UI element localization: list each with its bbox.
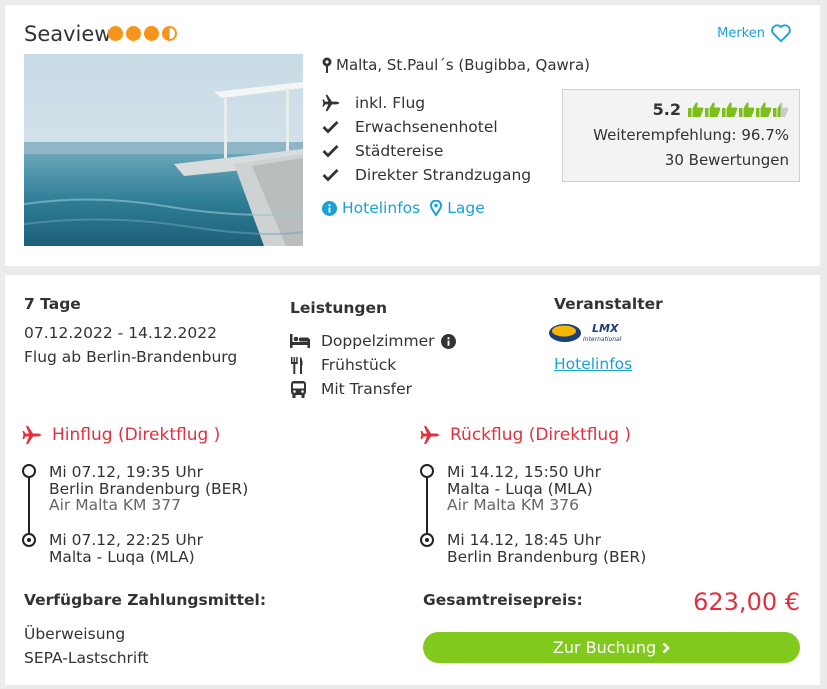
thumbs-up-icon [739,102,755,117]
feature-label: Direkter Strandzugang [355,166,532,184]
hinflug-title: Hinflug (Direktflug ) [52,425,221,445]
hinflug-timeline: Mi 07.12, 19:35 Uhr Berlin Brandenburg (… [22,463,282,566]
map-pin-icon [322,57,332,73]
hotelinfos-link-label: Hotelinfos [342,199,421,217]
feature-item: inkl. Flug [322,91,531,115]
hinflug-arrival-time: Mi 07.12, 22:25 Uhr [49,531,203,549]
cutlery-icon [291,356,303,374]
leistung-label: Doppelzimmer [321,332,435,350]
veranstalter-hotelinfos-link[interactable]: Hotelinfos [554,355,632,373]
thumbs-up-icon [722,102,738,117]
recommendation-rate: Weiterempfehlung: 96.7% [593,126,789,144]
rueckflug-departure-airport: Malta - Luqa (MLA) [447,479,593,498]
hotel-card: Seaview Merken Malta, St.Paul´s (Bugibba… [5,5,820,266]
leistungen-title: Leistungen [290,299,388,317]
feature-label: Städtereise [355,142,444,160]
leistung-item: Mit Transfer [290,377,456,401]
feature-label: inkl. Flug [355,94,426,112]
hinflug-departure-time: Mi 07.12, 19:35 Uhr [49,463,203,481]
hotel-features: inkl. Flug Erwachsenenhotel Städtereise … [322,91,531,187]
leistung-item: Doppelzimmer [290,329,456,353]
rueckflug-arrival-time: Mi 14.12, 18:45 Uhr [447,531,601,549]
feature-label: Erwachsenenhotel [355,118,498,136]
lmx-logo: LMX International [548,320,628,346]
departure-dot-icon [22,464,36,478]
bed-icon [290,334,310,348]
leistung-label: Mit Transfer [321,380,413,398]
star-icon [126,26,141,41]
rating-box: 5.2 Weiterempfehlung: 96.7% 30 Bewertung… [562,89,800,182]
thumbs-up-icon [756,102,772,117]
chevron-right-icon [662,642,670,653]
info-icon [322,200,337,216]
feature-item: Direkter Strandzugang [322,163,531,187]
hinflug-flight-number: Air Malta KM 377 [49,496,181,514]
checkmark-icon [322,169,339,182]
logo-subtext: International [583,336,622,343]
hinflug-departure-airport: Berlin Brandenburg (BER) [49,479,249,498]
hotel-stars [108,26,177,41]
rating-score: 5.2 [652,100,681,119]
arrival-dot-icon [22,533,36,547]
hotel-image[interactable] [24,54,303,246]
arrival-dot-icon [420,533,434,547]
rueckflug-flight-number: Air Malta KM 376 [447,496,579,514]
hinflug-arrival-airport: Malta - Luqa (MLA) [49,547,195,566]
lage-link-label: Lage [447,199,485,217]
timeline-line [28,475,30,540]
checkmark-icon [322,121,339,134]
map-marker-icon [430,200,443,216]
booking-button-label: Zur Buchung [552,638,657,657]
hotelinfos-link[interactable]: Hotelinfos [322,199,420,217]
hinflug-header: Hinflug (Direktflug ) [22,425,220,445]
checkmark-icon [322,145,339,158]
thumbs-up-icon [773,102,789,117]
rueckflug-title: Rückflug (Direktflug ) [450,425,632,445]
leistungen-list: Doppelzimmer Frühstück Mit Transfer [290,329,456,401]
review-count[interactable]: 30 Bewertungen [563,148,789,173]
payment-method: SEPA-Lastschrift [24,649,149,667]
merken-button[interactable]: Merken [717,23,792,43]
hotel-links: Hotelinfos Lage [322,199,485,217]
payment-method: Überweisung [24,625,126,643]
rueckflug-arrival-airport: Berlin Brandenburg (BER) [447,547,647,566]
leistung-label: Frühstück [321,356,397,374]
departure-dot-icon [420,464,434,478]
rueckflug-departure-time: Mi 14.12, 15:50 Uhr [447,463,601,481]
star-icon [144,26,159,41]
rating-thumbs [687,101,789,118]
hotel-location: Malta, St.Paul´s (Bugibba, Qawra) [322,56,590,74]
booking-button[interactable]: Zur Buchung [423,632,800,663]
plane-icon [322,94,340,112]
feature-item: Städtereise [322,139,531,163]
plane-icon [420,426,439,444]
location-text: Malta, St.Paul´s (Bugibba, Qawra) [336,56,590,74]
rueckflug-timeline: Mi 14.12, 15:50 Uhr Malta - Luqa (MLA) A… [420,463,680,566]
total-price: 623,00 € [693,588,800,616]
plane-icon [22,426,41,444]
lage-link[interactable]: Lage [430,199,485,217]
thumbs-up-icon [688,102,704,117]
merken-label: Merken [717,25,765,41]
trip-dates: 07.12.2022 - 14.12.2022 [24,324,217,342]
star-icon [108,26,123,41]
payment-title: Verfügbare Zahlungsmittel: [24,591,267,609]
feature-item: Erwachsenenhotel [322,115,531,139]
leistung-item: Frühstück [290,353,456,377]
bus-icon [291,380,306,398]
veranstalter-title: Veranstalter [554,295,663,313]
half-star-icon [162,26,177,41]
timeline-line [426,475,428,540]
departure-info: Flug ab Berlin-Brandenburg [24,348,238,366]
logo-text: LMX [592,322,619,335]
offer-card: 7 Tage 07.12.2022 - 14.12.2022 Flug ab B… [5,275,820,685]
heart-icon [771,24,791,43]
trip-duration: 7 Tage [24,295,81,313]
hotel-name[interactable]: Seaview [24,22,111,46]
thumbs-up-icon [705,102,721,117]
info-icon[interactable] [440,333,456,349]
price-label: Gesamtreisepreis: [423,591,583,609]
rueckflug-header: Rückflug (Direktflug ) [420,425,631,445]
